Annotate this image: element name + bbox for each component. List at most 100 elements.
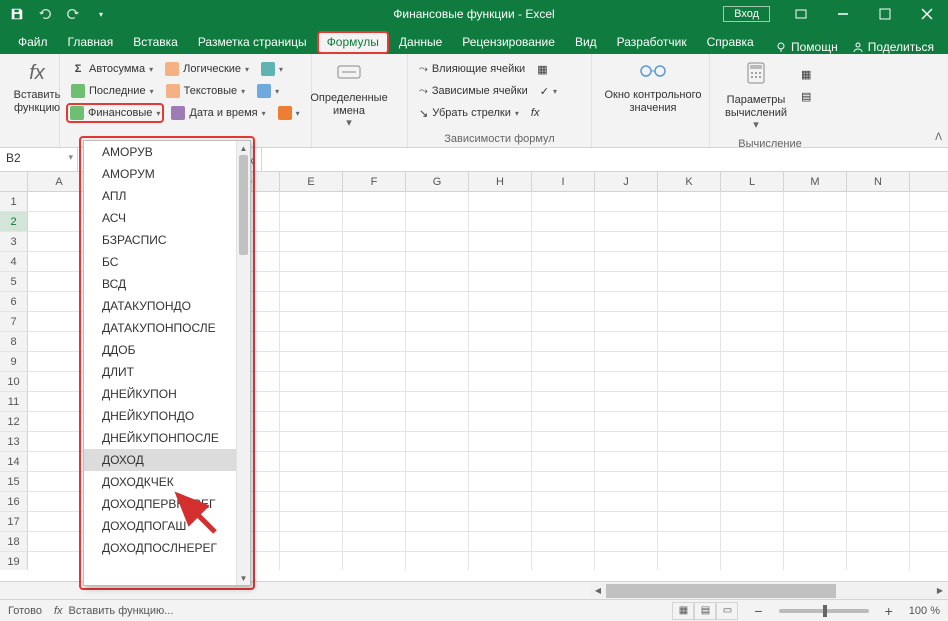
trace-dependents-button[interactable]: ⤳Зависимые ячейки [414, 81, 533, 101]
save-icon[interactable] [8, 5, 26, 23]
zoom-in-button[interactable]: + [881, 603, 897, 619]
show-formulas-button[interactable]: ▦ [532, 59, 552, 79]
tab-insert[interactable]: Вставка [123, 31, 188, 54]
row-header[interactable]: 16 [0, 492, 28, 512]
column-header-N[interactable]: N [847, 172, 910, 191]
dropdown-item[interactable]: ДОХОДПОСЛНЕРЕГ [84, 537, 236, 559]
tab-home[interactable]: Главная [58, 31, 124, 54]
tab-file[interactable]: Файл [8, 31, 58, 54]
calc-now-button[interactable]: ▦ [796, 64, 816, 84]
column-header-M[interactable]: M [784, 172, 847, 191]
view-normal-icon[interactable]: ▦ [672, 602, 694, 620]
tab-view[interactable]: Вид [565, 31, 607, 54]
dropdown-item[interactable]: АСЧ [84, 207, 236, 229]
text-functions-button[interactable]: Текстовые▾ [161, 81, 251, 101]
row-header[interactable]: 7 [0, 312, 28, 332]
maximize-icon[interactable] [864, 0, 906, 28]
dropdown-item[interactable]: ДЛИТ [84, 361, 236, 383]
dropdown-item[interactable]: ВСД [84, 273, 236, 295]
collapse-ribbon-icon[interactable]: ᐱ [935, 132, 942, 143]
trace-precedents-button[interactable]: ⤳Влияющие ячейки [414, 59, 530, 79]
column-header-F[interactable]: F [343, 172, 406, 191]
dropdown-item[interactable]: АПЛ [84, 185, 236, 207]
row-header[interactable]: 10 [0, 372, 28, 392]
dropdown-item[interactable]: АМОРУМ [84, 163, 236, 185]
row-header[interactable]: 14 [0, 452, 28, 472]
row-header[interactable]: 13 [0, 432, 28, 452]
row-header[interactable]: 15 [0, 472, 28, 492]
ribbon-display-icon[interactable] [780, 0, 822, 28]
dropdown-item[interactable]: ДДОБ [84, 339, 236, 361]
share-button[interactable]: Поделиться [852, 40, 934, 54]
insert-function-button[interactable]: fx Вставить функцию [6, 58, 68, 118]
dropdown-item[interactable]: ДАТАКУПОНДО [84, 295, 236, 317]
row-header[interactable]: 17 [0, 512, 28, 532]
autosum-button[interactable]: ΣАвтосумма▾ [66, 59, 158, 79]
math-trig-button[interactable]: ▾ [252, 81, 284, 101]
row-header[interactable]: 19 [0, 552, 28, 570]
dropdown-item[interactable]: БЗРАСПИС [84, 229, 236, 251]
column-header-E[interactable]: E [280, 172, 343, 191]
row-header[interactable]: 8 [0, 332, 28, 352]
defined-names-button[interactable]: Определенные имена▾ [318, 58, 380, 134]
tab-data[interactable]: Данные [389, 31, 452, 54]
row-header[interactable]: 5 [0, 272, 28, 292]
qat-customize-icon[interactable]: ▾ [92, 5, 110, 23]
calc-sheet-button[interactable]: ▤ [796, 86, 816, 106]
dropdown-scrollbar[interactable]: ▲ ▼ [236, 141, 250, 585]
row-header[interactable]: 9 [0, 352, 28, 372]
logical-button[interactable]: Логические▾ [160, 59, 254, 79]
zoom-slider[interactable] [779, 609, 869, 613]
datetime-button[interactable]: Дата и время▾ [166, 103, 270, 123]
login-button[interactable]: Вход [723, 6, 770, 22]
lookup-ref-button[interactable]: ▾ [256, 59, 288, 79]
dropdown-item[interactable]: ДОХОД [84, 449, 236, 471]
dropdown-item[interactable]: ДНЕЙКУПОНДО [84, 405, 236, 427]
row-header[interactable]: 6 [0, 292, 28, 312]
zoom-out-button[interactable]: − [750, 603, 766, 619]
column-header-G[interactable]: G [406, 172, 469, 191]
minimize-icon[interactable] [822, 0, 864, 28]
view-page-break-icon[interactable]: ▭ [716, 602, 738, 620]
evaluate-formula-button[interactable]: fx [526, 103, 545, 123]
row-header[interactable]: 1 [0, 192, 28, 212]
row-header[interactable]: 3 [0, 232, 28, 252]
more-functions-button[interactable]: ▾ [273, 103, 305, 123]
status-insert-function[interactable]: Вставить функцию... [69, 605, 174, 617]
watch-window-button[interactable]: Окно контрольного значения [598, 58, 708, 118]
dropdown-item[interactable]: ДОХОДПОГАШ [84, 515, 236, 537]
row-header[interactable]: 12 [0, 412, 28, 432]
column-header-K[interactable]: K [658, 172, 721, 191]
tab-developer[interactable]: Разработчик [607, 31, 697, 54]
close-icon[interactable] [906, 0, 948, 28]
dropdown-item[interactable]: ДОХОДПЕРВНЕРЕГ [84, 493, 236, 515]
dropdown-item[interactable]: БС [84, 251, 236, 273]
dropdown-item[interactable]: ДНЕЙКУПОН [84, 383, 236, 405]
dropdown-item[interactable]: ДАТАКУПОНПОСЛЕ [84, 317, 236, 339]
financial-button[interactable]: Финансовые▾ [66, 103, 164, 123]
redo-icon[interactable] [64, 5, 82, 23]
calc-options-button[interactable]: Параметры вычислений▾ [716, 58, 796, 136]
dropdown-item[interactable]: ДОХОДКЧЕК [84, 471, 236, 493]
row-header[interactable]: 11 [0, 392, 28, 412]
row-header[interactable]: 2 [0, 212, 28, 232]
tell-me-button[interactable]: Помощн [775, 40, 838, 54]
formula-input[interactable] [262, 148, 948, 171]
tab-review[interactable]: Рецензирование [452, 31, 565, 54]
scroll-down-icon[interactable]: ▼ [237, 571, 250, 585]
column-header-L[interactable]: L [721, 172, 784, 191]
column-header-A[interactable]: A [28, 172, 91, 191]
remove-arrows-button[interactable]: ↘Убрать стрелки▾ [414, 103, 524, 123]
column-header-J[interactable]: J [595, 172, 658, 191]
column-header-I[interactable]: I [532, 172, 595, 191]
view-page-layout-icon[interactable]: ▤ [694, 602, 716, 620]
dropdown-item[interactable]: АМОРУВ [84, 141, 236, 163]
undo-icon[interactable] [36, 5, 54, 23]
hscroll-thumb[interactable] [606, 584, 836, 598]
name-box[interactable]: B2 [0, 148, 78, 171]
scroll-up-icon[interactable]: ▲ [237, 141, 250, 155]
row-header[interactable]: 4 [0, 252, 28, 272]
recent-button[interactable]: Последние▾ [66, 81, 159, 101]
scroll-right-icon[interactable]: ▶ [932, 584, 948, 598]
tab-page-layout[interactable]: Разметка страницы [188, 31, 317, 54]
